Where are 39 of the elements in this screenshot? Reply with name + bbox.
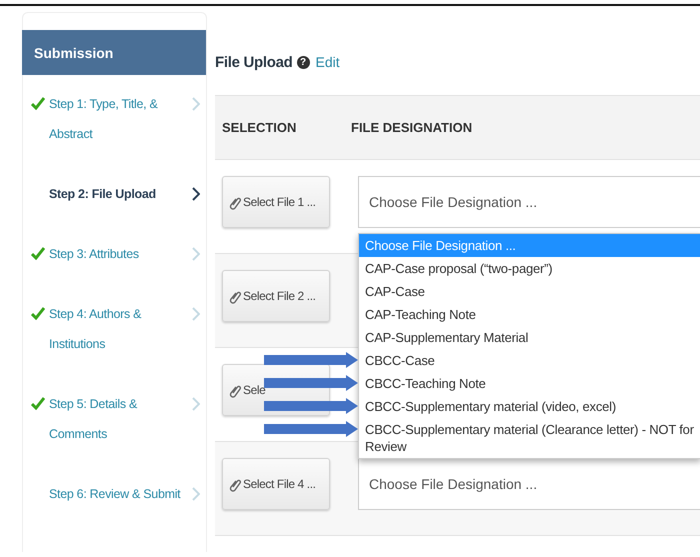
chevron-right-icon xyxy=(192,187,200,201)
checkmark-icon xyxy=(31,307,45,320)
select-file-button[interactable]: Select File 4 ... xyxy=(222,458,330,510)
sidebar-item[interactable]: Step 5: Details & Comments xyxy=(23,375,206,465)
column-header: FILE DESIGNATION xyxy=(351,120,472,135)
sidebar-item[interactable]: Step 6: Review & Submit xyxy=(23,465,206,525)
chevron-right-icon xyxy=(192,97,200,111)
sidebar-item[interactable]: Step 2: File Upload xyxy=(23,165,206,225)
paperclip-icon xyxy=(227,476,242,492)
checkmark-icon xyxy=(31,97,45,110)
dropdown-option[interactable]: CBCC-Case xyxy=(359,349,700,372)
chevron-right-icon xyxy=(192,247,200,261)
dropdown-option[interactable]: CBCC-Supplementary material (video, excel) xyxy=(359,395,700,418)
edit-link[interactable]: Edit xyxy=(316,54,340,70)
dropdown-option[interactable]: CAP-Case xyxy=(359,280,700,303)
select-file-button[interactable]: Select File 1 ... xyxy=(222,176,330,228)
dropdown-option[interactable]: CAP-Case proposal (“two-pager”) xyxy=(359,257,700,280)
sidebar-item[interactable]: Step 1: Type, Title, & Abstract xyxy=(23,75,206,165)
paperclip-icon xyxy=(227,382,242,398)
sidebar-item[interactable]: Step 3: Attributes xyxy=(23,225,206,285)
dropdown-option[interactable]: CBCC-Supplementary material (Clearance letter) - NOT for Review xyxy=(359,418,700,458)
chevron-right-icon xyxy=(192,397,200,411)
designation-select[interactable]: Choose File Designation ... xyxy=(358,176,700,228)
chevron-right-icon xyxy=(192,307,200,321)
checkmark-icon xyxy=(31,397,45,410)
dropdown-option[interactable]: CAP-Supplementary Material xyxy=(359,326,700,349)
sidebar-title: Submission xyxy=(22,30,206,75)
checkmark-icon xyxy=(31,247,45,260)
column-header: SELECTION xyxy=(221,120,298,135)
designation-select[interactable]: Choose File Designation ... xyxy=(358,458,700,510)
dropdown-option[interactable]: CBCC-Teaching Note xyxy=(359,372,700,395)
chevron-right-icon xyxy=(192,487,200,501)
dropdown-option[interactable]: CAP-Teaching Note xyxy=(359,303,700,326)
paperclip-icon xyxy=(227,288,242,304)
sidebar-item[interactable]: Step 4: Authors & Institutions xyxy=(23,285,206,375)
paperclip-icon xyxy=(227,194,242,210)
select-file-button[interactable]: Select File 2 ... xyxy=(222,270,330,322)
page-title: File Upload xyxy=(215,54,293,70)
help-icon[interactable]: ? xyxy=(296,56,310,68)
